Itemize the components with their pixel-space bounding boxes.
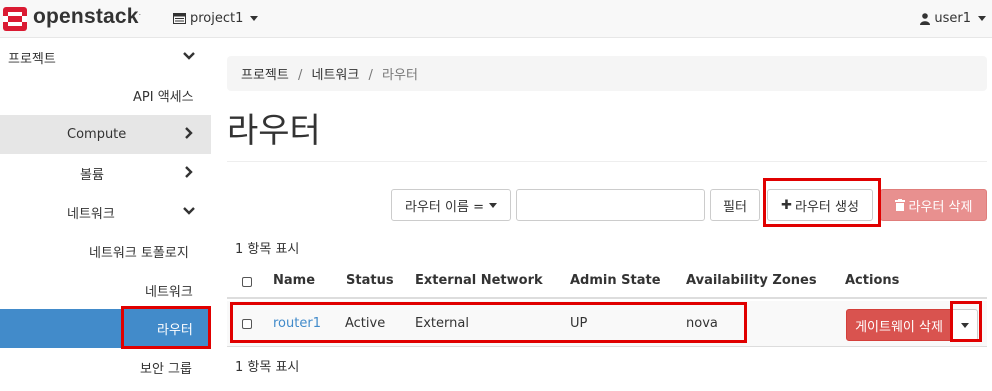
sidebar: 프로젝트 API 액세스 Compute 볼륨 네트워크 네트워크 토폴로지 네… bbox=[0, 38, 211, 391]
sidebar-item-label: 라우터 bbox=[157, 323, 193, 338]
sidebar-item-label: 네트워크 bbox=[67, 207, 115, 222]
filter-button-label: 필터 bbox=[723, 199, 747, 215]
filter-button[interactable]: 필터 bbox=[710, 189, 760, 221]
openstack-logo-icon[interactable] bbox=[1, 5, 29, 33]
select-all-checkbox[interactable] bbox=[242, 277, 252, 287]
sidebar-item-compute[interactable]: Compute bbox=[0, 115, 211, 154]
clear-gateway-button[interactable]: 게이트웨이 삭제 bbox=[846, 309, 952, 341]
chevron-right-icon bbox=[183, 127, 195, 143]
project-selector[interactable]: project1 bbox=[173, 11, 259, 26]
caret-down-icon bbox=[978, 16, 986, 21]
breadcrumb-current: 라우터 bbox=[382, 68, 418, 83]
brand-name[interactable]: openstack. bbox=[33, 5, 141, 29]
chevron-down-icon bbox=[183, 50, 195, 66]
breadcrumb-separator: / bbox=[368, 68, 373, 83]
sidebar-item-security-groups[interactable]: 보안 그룹 bbox=[0, 348, 211, 387]
sidebar-item-label: 볼륨 bbox=[80, 168, 104, 183]
caret-down-icon bbox=[961, 322, 969, 328]
row-checkbox[interactable] bbox=[242, 319, 252, 329]
create-router-label: 라우터 생성 bbox=[794, 199, 859, 215]
filter-input[interactable] bbox=[516, 189, 705, 221]
column-header-availability-zones[interactable]: Availability Zones bbox=[686, 273, 817, 288]
sidebar-item-label: 보안 그룹 bbox=[140, 362, 192, 377]
sidebar-item-label: 네트워크 bbox=[145, 285, 193, 300]
sidebar-item-network[interactable]: 네트워크 bbox=[0, 193, 211, 232]
breadcrumb-project[interactable]: 프로젝트 bbox=[241, 68, 289, 83]
column-header-actions: Actions bbox=[845, 273, 900, 288]
item-count: 1 항목 표시 bbox=[235, 242, 300, 257]
column-header-external-network[interactable]: External Network bbox=[415, 273, 543, 288]
user-menu[interactable]: user1 bbox=[920, 11, 986, 26]
item-count-footer: 1 항목 표시 bbox=[235, 360, 300, 375]
column-header-status[interactable]: Status bbox=[346, 273, 394, 288]
column-header-name[interactable]: Name bbox=[273, 273, 315, 288]
sidebar-item-routers[interactable]: 라우터 bbox=[0, 309, 211, 348]
sidebar-item-api-access[interactable]: API 액세스 bbox=[0, 76, 211, 115]
filter-field-label: 라우터 이름 = bbox=[405, 199, 484, 215]
sidebar-item-project[interactable]: 프로젝트 bbox=[0, 38, 211, 77]
create-router-button[interactable]: ✚ 라우터 생성 bbox=[767, 189, 873, 221]
table-header: Name Status External Network Admin State… bbox=[227, 263, 987, 299]
router-status: Active bbox=[345, 316, 386, 331]
chevron-down-icon bbox=[183, 205, 195, 221]
router-name-link[interactable]: router1 bbox=[273, 316, 321, 331]
page-title: 라우터 bbox=[227, 111, 321, 151]
trash-icon bbox=[894, 199, 905, 211]
top-navbar: openstack. project1 user1 bbox=[0, 0, 992, 38]
row-actions-dropdown-toggle[interactable] bbox=[952, 309, 978, 341]
router-availability-zones: nova bbox=[686, 316, 718, 331]
plus-icon: ✚ bbox=[781, 197, 792, 213]
caret-down-icon bbox=[488, 202, 497, 208]
breadcrumb-network[interactable]: 네트워크 bbox=[312, 68, 360, 83]
breadcrumb: 프로젝트 / 네트워크 / 라우터 bbox=[227, 56, 987, 91]
delete-router-label: 라우터 삭제 bbox=[908, 199, 973, 215]
router-admin-state: UP bbox=[570, 316, 588, 331]
caret-down-icon bbox=[250, 16, 259, 21]
project-icon bbox=[173, 13, 186, 24]
sidebar-item-label: Compute bbox=[67, 127, 127, 142]
filter-field-dropdown[interactable]: 라우터 이름 = bbox=[391, 189, 511, 221]
project-name: project1 bbox=[190, 11, 244, 26]
user-icon bbox=[920, 12, 931, 25]
chevron-right-icon bbox=[183, 166, 195, 182]
sidebar-item-networks[interactable]: 네트워크 bbox=[0, 271, 211, 310]
sidebar-item-network-topology[interactable]: 네트워크 토폴로지 bbox=[0, 232, 211, 271]
sidebar-item-volume[interactable]: 볼륨 bbox=[0, 154, 211, 193]
sidebar-item-label: 네트워크 토폴로지 bbox=[89, 246, 189, 261]
column-header-admin-state[interactable]: Admin State bbox=[570, 273, 661, 288]
user-name: user1 bbox=[934, 11, 971, 26]
clear-gateway-label: 게이트웨이 삭제 bbox=[855, 319, 943, 335]
delete-router-button[interactable]: 라우터 삭제 bbox=[880, 189, 987, 221]
sidebar-item-label: API 액세스 bbox=[133, 90, 194, 105]
sidebar-item-label: 프로젝트 bbox=[8, 52, 56, 67]
divider bbox=[227, 161, 987, 162]
router-external-network: External bbox=[415, 316, 469, 331]
breadcrumb-separator: / bbox=[297, 68, 303, 83]
